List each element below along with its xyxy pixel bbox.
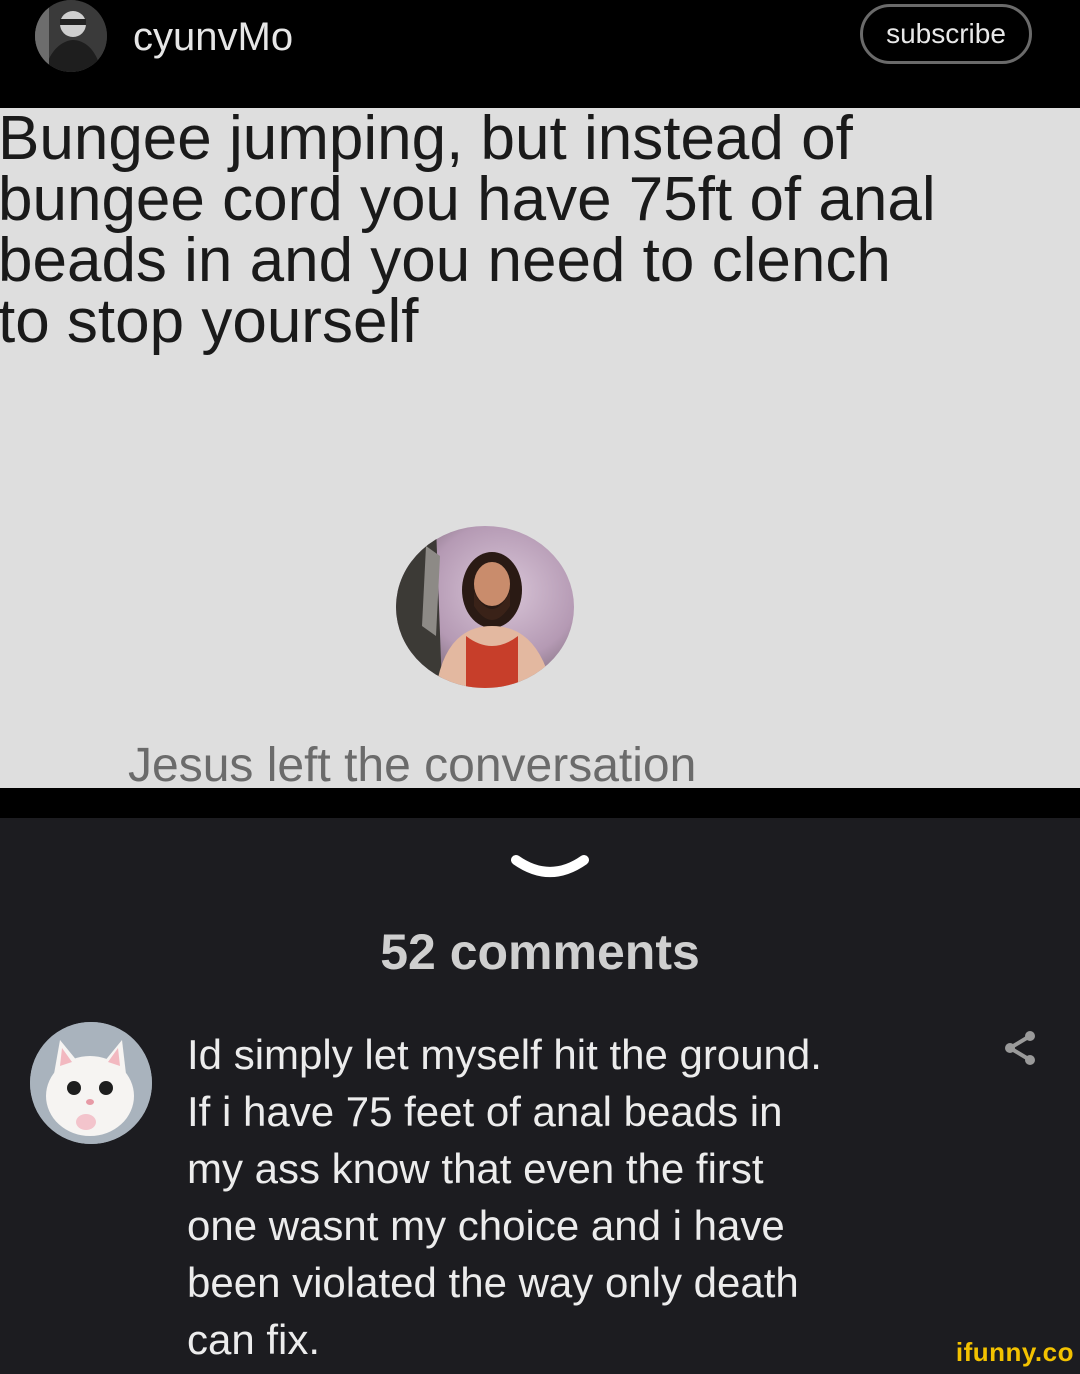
user-avatar-icon — [35, 0, 107, 72]
post-header: cyunvMo subscribe — [0, 0, 1080, 108]
meme-line: bungee cord you have 75ft of anal — [0, 165, 936, 234]
comment-line: If i have 75 feet of anal beads in — [187, 1088, 783, 1135]
meme-line: beads in and you need to clench — [0, 226, 891, 295]
share-icon[interactable] — [1000, 1028, 1040, 1068]
page: cyunvMo subscribe Bungee jumping, but in… — [0, 0, 1080, 1374]
meme-line: to stop yourself — [0, 287, 419, 356]
comment-line: can fix. — [187, 1316, 321, 1363]
comment-line: Id simply let myself hit the ground. — [187, 1031, 822, 1078]
comment-line: my ass know that even the first — [187, 1145, 764, 1192]
comment-line: one wasnt my choice and i have — [187, 1202, 785, 1249]
chevron-down-icon[interactable] — [510, 854, 590, 886]
comment-count: 52 comments — [380, 924, 700, 980]
meme-text: Bungee jumping, but instead of bungee co… — [0, 108, 1080, 356]
conversation-notice: Jesus left the conversation — [128, 739, 697, 788]
comment-line: been violated the way only death — [187, 1259, 799, 1306]
meme-line: Bungee jumping, but instead of — [0, 108, 853, 173]
comments-section: 52 comments Id simply let myself hit the… — [0, 818, 1080, 1374]
subscribe-button[interactable]: subscribe — [860, 4, 1032, 64]
author-username[interactable]: cyunvMo — [133, 14, 293, 60]
comment-body: Id simply let myself hit the ground. If … — [187, 1026, 947, 1368]
commenter-avatar[interactable] — [30, 1022, 152, 1144]
meme-image: Bungee jumping, but instead of bungee co… — [0, 108, 1080, 788]
ifunny-watermark: ifunny.co — [955, 1337, 1074, 1367]
divider — [0, 788, 1080, 818]
jesus-avatar-icon — [396, 526, 574, 688]
author-avatar[interactable] — [35, 0, 107, 72]
